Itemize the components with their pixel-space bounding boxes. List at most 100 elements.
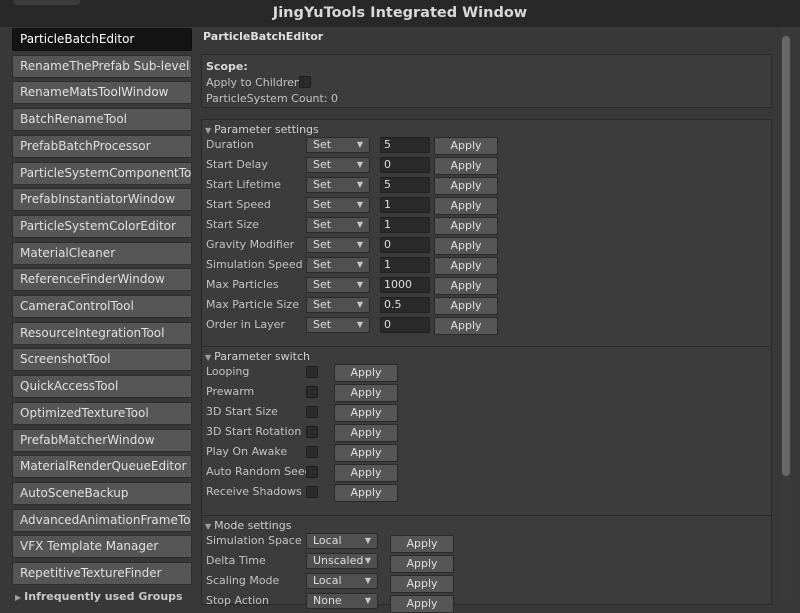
apply-button[interactable]: Apply <box>434 197 498 215</box>
sidebar-item-prefabmatcherwindow[interactable]: PrefabMatcherWindow <box>12 428 192 452</box>
param-value-field[interactable]: 0 <box>380 157 430 173</box>
sidebar-item-advancedanimationframetool[interactable]: AdvancedAnimationFrameTool <box>12 508 192 532</box>
apply-button[interactable]: Apply <box>434 257 498 275</box>
apply-button[interactable]: Apply <box>334 384 398 402</box>
switch-checkbox-receive-shadows[interactable] <box>306 486 318 498</box>
apply-button[interactable]: Apply <box>390 595 454 613</box>
param-value-field[interactable]: 1 <box>380 217 430 233</box>
param-mode-value: Set <box>313 198 332 211</box>
switch-checkbox-3d-start-rotation[interactable] <box>306 426 318 438</box>
sidebar-item-repetitivetexturefinder[interactable]: RepetitiveTextureFinder <box>12 562 192 585</box>
param-mode-dropdown[interactable]: Set ▼ <box>306 157 370 173</box>
switch-checkbox-3d-start-size[interactable] <box>306 406 318 418</box>
param-mode-dropdown[interactable]: Set ▼ <box>306 277 370 293</box>
param-value-field[interactable]: 1000 <box>380 277 430 293</box>
param-value-field[interactable]: 1 <box>380 197 430 213</box>
apply-button[interactable]: Apply <box>334 424 398 442</box>
apply-button[interactable]: Apply <box>434 217 498 235</box>
param-mode-dropdown[interactable]: Set ▼ <box>306 317 370 333</box>
apply-button[interactable]: Apply <box>334 484 398 502</box>
param-mode-dropdown[interactable]: Set ▼ <box>306 197 370 213</box>
chevron-down-icon: ▼ <box>364 576 371 585</box>
apply-button[interactable]: Apply <box>434 277 498 295</box>
param-mode-value: Set <box>313 138 332 151</box>
mode-settings-foldout[interactable]: ▼ Mode settings <box>205 519 292 532</box>
param-mode-dropdown[interactable]: Set ▼ <box>306 137 370 153</box>
apply-button[interactable]: Apply <box>434 177 498 195</box>
param-value-field[interactable]: 1 <box>380 257 430 273</box>
parameter-settings-foldout[interactable]: ▼ Parameter settings <box>205 123 319 136</box>
param-mode-dropdown[interactable]: Set ▼ <box>306 297 370 313</box>
apply-children-checkbox[interactable] <box>299 76 311 88</box>
chevron-down-icon: ▼ <box>356 220 363 229</box>
sidebar-item-prefabbatchprocessor[interactable]: PrefabBatchProcessor <box>12 134 192 158</box>
apply-button[interactable]: Apply <box>334 364 398 382</box>
vertical-scrollbar[interactable] <box>780 28 792 600</box>
switch-label-prewarm: Prewarm <box>206 385 255 398</box>
parameter-switch-title: Parameter switch <box>214 350 310 363</box>
param-mode-dropdown[interactable]: Set ▼ <box>306 257 370 273</box>
sidebar-item-particlesystemcomponenttool[interactable]: ParticleSystemComponentTool <box>12 161 192 185</box>
mode-value: Local <box>313 534 342 547</box>
parameter-switch-foldout[interactable]: ▼ Parameter switch <box>205 350 310 363</box>
sidebar-item-prefabinstantiatorwindow[interactable]: PrefabInstantiatorWindow <box>12 188 192 212</box>
apply-button[interactable]: Apply <box>334 404 398 422</box>
apply-button[interactable]: Apply <box>434 317 498 335</box>
mode-settings-title: Mode settings <box>214 519 292 532</box>
mode-value: None <box>313 594 342 607</box>
param-mode-value: Set <box>313 318 332 331</box>
sidebar-item-referencefinderwindow[interactable]: ReferenceFinderWindow <box>12 268 192 292</box>
mode-label-simulation-space: Simulation Space <box>206 534 302 547</box>
sidebar-item-materialrenderqueueeditor[interactable]: MaterialRenderQueueEditor <box>12 455 192 479</box>
chevron-down-icon: ▼ <box>356 140 363 149</box>
infrequent-groups-foldout[interactable]: ▶ Infrequently used Groups <box>15 590 183 603</box>
apply-button[interactable]: Apply <box>434 137 498 155</box>
sidebar-item-renametheprefab-sub-level[interactable]: RenameThePrefab Sub-level <box>12 54 192 78</box>
sidebar-item-optimizedtexturetool[interactable]: OptimizedTextureTool <box>12 401 192 425</box>
param-value-field[interactable]: 0 <box>380 317 430 333</box>
scrollbar-thumb[interactable] <box>782 36 790 476</box>
param-mode-dropdown[interactable]: Set ▼ <box>306 217 370 233</box>
apply-button[interactable]: Apply <box>390 535 454 553</box>
param-value-field[interactable]: 5 <box>380 177 430 193</box>
param-mode-value: Set <box>313 278 332 291</box>
param-label-max-particles: Max Particles <box>206 278 279 291</box>
switch-checkbox-auto-random-seed[interactable] <box>306 466 318 478</box>
param-label-start-lifetime: Start Lifetime <box>206 178 282 191</box>
switch-checkbox-play-on-awake[interactable] <box>306 446 318 458</box>
sidebar-item-batchrenametool[interactable]: BatchRenameTool <box>12 108 192 132</box>
sidebar-item-materialcleaner[interactable]: MaterialCleaner <box>12 241 192 265</box>
apply-button[interactable]: Apply <box>334 464 398 482</box>
sidebar-item-vfx-template-manager[interactable]: VFX Template Manager <box>12 535 192 559</box>
param-mode-dropdown[interactable]: Set ▼ <box>306 237 370 253</box>
sidebar-item-screenshottool[interactable]: ScreenshotTool <box>12 348 192 372</box>
param-value-field[interactable]: 5 <box>380 137 430 153</box>
foldout-arrow-icon: ▼ <box>205 522 212 531</box>
apply-button[interactable]: Apply <box>434 237 498 255</box>
param-value-field[interactable]: 0.5 <box>380 297 430 313</box>
sidebar-item-particlesystemcoloreditor[interactable]: ParticleSystemColorEditor <box>12 214 192 238</box>
param-mode-dropdown[interactable]: Set ▼ <box>306 177 370 193</box>
parameter-switch-box: ▼ Parameter switch Looping Apply Prewarm App… <box>201 346 772 539</box>
mode-dropdown-simulation-space[interactable]: Local ▼ <box>306 533 378 549</box>
apply-button[interactable]: Apply <box>390 555 454 573</box>
sidebar-item-resourceintegrationtool[interactable]: ResourceIntegrationTool <box>12 321 192 345</box>
mode-dropdown-scaling-mode[interactable]: Local ▼ <box>306 573 378 589</box>
switch-checkbox-prewarm[interactable] <box>306 386 318 398</box>
apply-button[interactable]: Apply <box>390 575 454 593</box>
mode-dropdown-stop-action[interactable]: None ▼ <box>306 593 378 609</box>
sidebar-item-particlebatcheditor[interactable]: ParticleBatchEditor <box>12 28 192 51</box>
sidebar-item-renamematstoolwindow[interactable]: RenameMatsToolWindow <box>12 81 192 105</box>
switch-label-3d-start-size: 3D Start Size <box>206 405 278 418</box>
parameter-settings-title: Parameter settings <box>214 123 319 136</box>
sidebar-item-autoscenebackup[interactable]: AutoSceneBackup <box>12 481 192 505</box>
apply-button[interactable]: Apply <box>434 157 498 175</box>
apply-button[interactable]: Apply <box>334 444 398 462</box>
mode-dropdown-delta-time[interactable]: Unscaled ▼ <box>306 553 378 569</box>
sidebar-item-quickaccesstool[interactable]: QuickAccessTool <box>12 375 192 399</box>
sidebar-item-cameracontroltool[interactable]: CameraControlTool <box>12 295 192 318</box>
param-value-field[interactable]: 0 <box>380 237 430 253</box>
switch-checkbox-looping[interactable] <box>306 366 318 378</box>
apply-button[interactable]: Apply <box>434 297 498 315</box>
particlesystem-count-label: ParticleSystem Count: <box>206 92 328 105</box>
